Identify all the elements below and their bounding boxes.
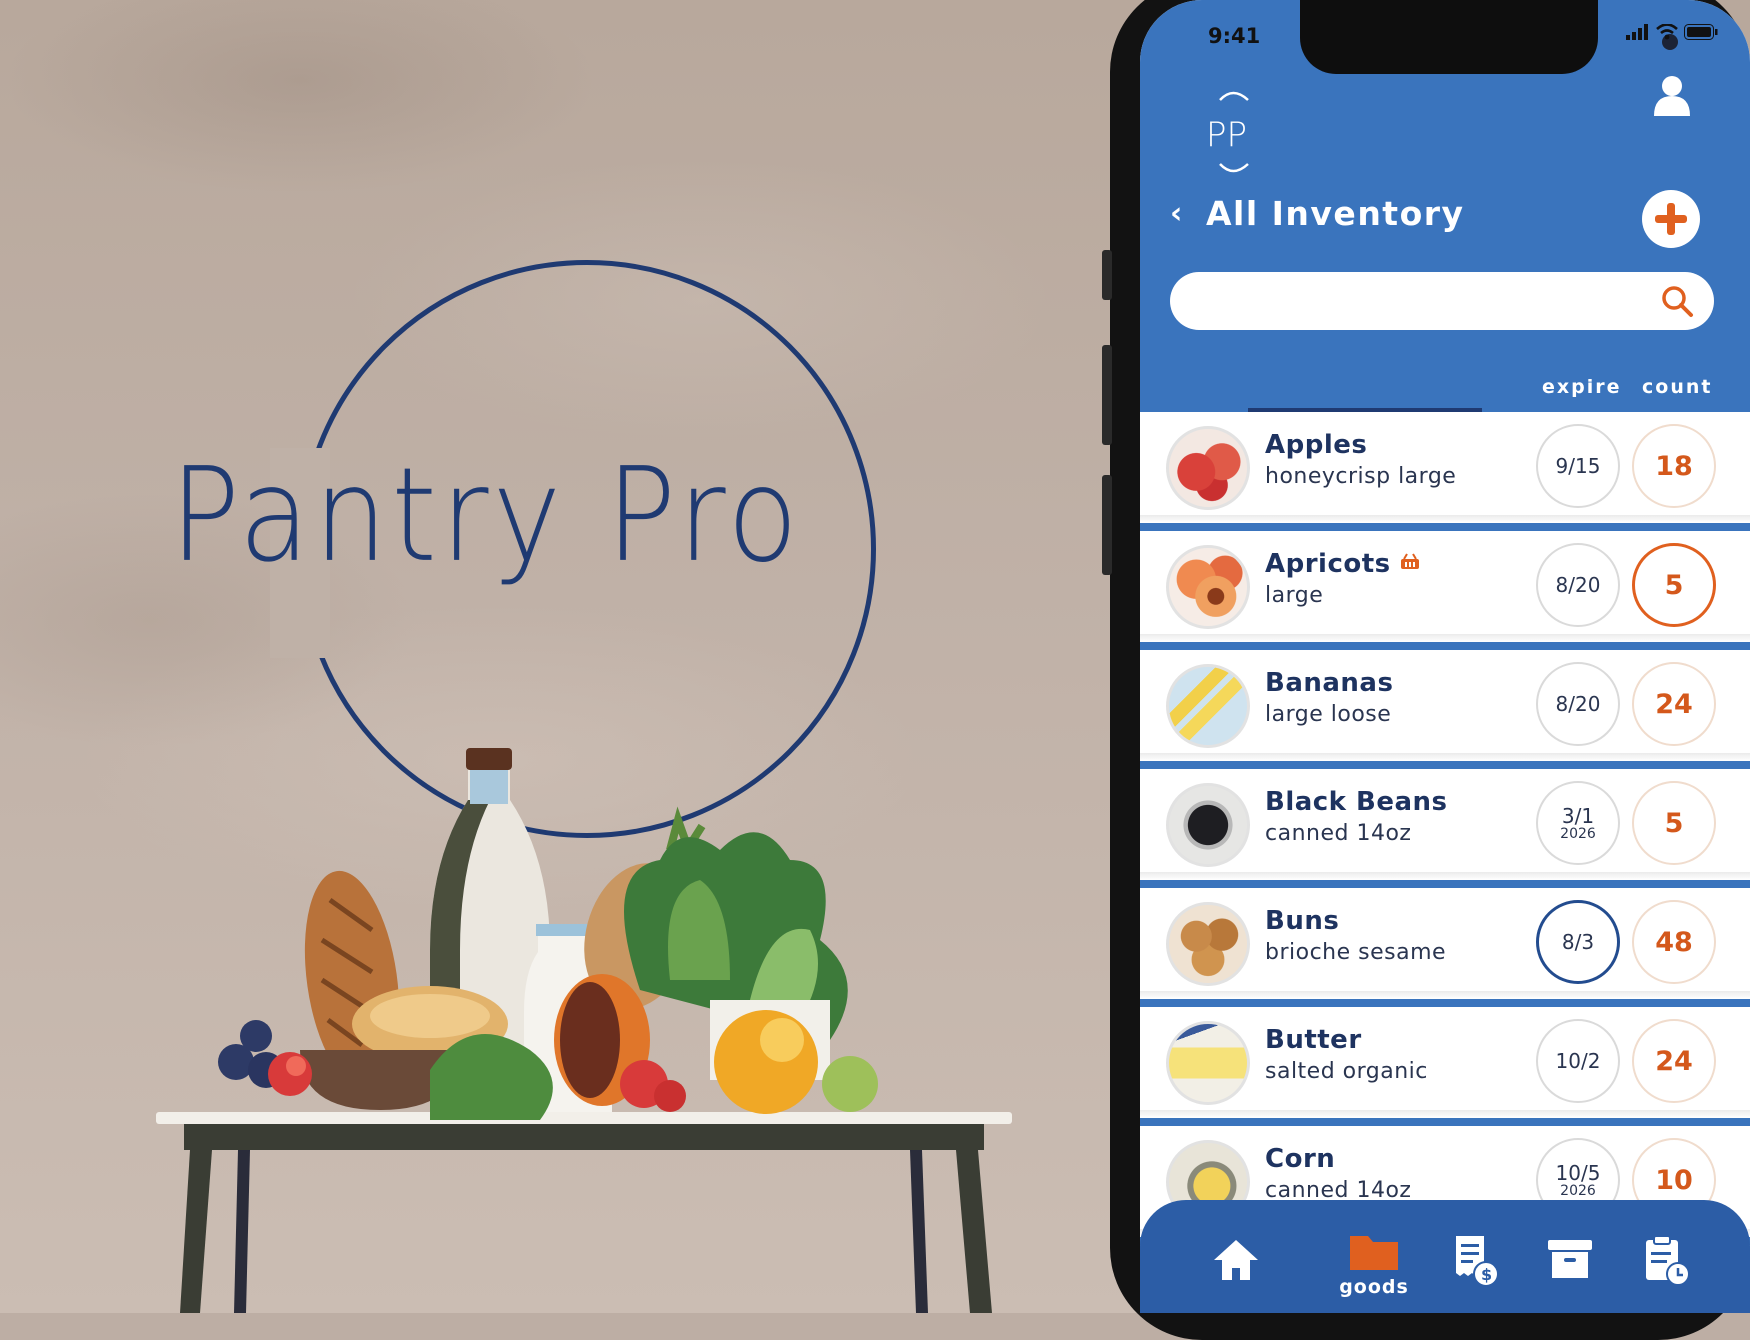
list-item[interactable]: Bananas large loose 8/20 24 [1140, 650, 1750, 769]
search-input[interactable] [1190, 272, 1664, 332]
item-description: brioche sesame [1265, 940, 1447, 965]
profile-icon[interactable] [1648, 72, 1696, 120]
item-count[interactable]: 24 [1632, 662, 1716, 746]
item-description: large loose [1265, 702, 1392, 727]
list-item[interactable]: Buns brioche sesame 8/3 48 [1140, 888, 1750, 1007]
item-thumbnail [1166, 426, 1250, 510]
expire-date-text: 8/20 [1555, 692, 1601, 716]
item-count[interactable]: 5 [1632, 543, 1716, 627]
page-title: All Inventory [1206, 194, 1465, 233]
expire-column-header[interactable]: expire [1542, 376, 1622, 398]
count-column-header[interactable]: count [1642, 376, 1712, 398]
expire-date[interactable]: 8/3 [1536, 900, 1620, 984]
svg-text:PP: PP [1206, 115, 1247, 155]
phone-side-button [1102, 250, 1112, 300]
expire-date[interactable]: 8/20 [1536, 543, 1620, 627]
groceries-table-illustration [156, 748, 1012, 1313]
item-thumbnail [1166, 664, 1250, 748]
expire-date-text: 8/3 [1561, 930, 1595, 954]
back-icon[interactable]: ‹ [1170, 196, 1182, 231]
item-name: Black Beans [1265, 787, 1448, 817]
app-screen: 9:41 PP ‹ All Inventory expire count App… [1140, 0, 1750, 1313]
expire-date[interactable]: 8/20 [1536, 662, 1620, 746]
app-logo-icon: PP [1206, 91, 1249, 173]
item-thumbnail [1166, 545, 1250, 629]
item-thumbnail [1166, 1021, 1250, 1105]
basket-icon [1400, 553, 1419, 569]
item-count[interactable]: 5 [1632, 781, 1716, 865]
inventory-list: Apples honeycrisp large 9/15 18 Apricots… [1140, 412, 1750, 1245]
expire-date[interactable]: 3/1 2026 [1536, 781, 1620, 865]
item-name: Bananas [1265, 668, 1394, 698]
expire-date[interactable]: 10/2 [1536, 1019, 1620, 1103]
add-item-button[interactable] [1642, 190, 1700, 248]
expire-date-text: 9/15 [1555, 454, 1601, 478]
signal-icon [1626, 24, 1648, 40]
clipboard-clock-icon[interactable] [1636, 1230, 1696, 1290]
battery-icon [1684, 24, 1718, 40]
item-description: canned 14oz [1265, 821, 1412, 846]
item-thumbnail [1166, 902, 1250, 986]
expire-date-text: 10/2 [1555, 1049, 1601, 1073]
expire-date-text: 10/5 [1555, 1161, 1601, 1185]
logo-text: Pantry Pro [170, 440, 803, 592]
app-header: 9:41 PP ‹ All Inventory expire count [1140, 0, 1750, 412]
expire-year: 2026 [1560, 1183, 1596, 1199]
expire-date[interactable]: 9/15 [1536, 424, 1620, 508]
plus-icon [1655, 203, 1687, 235]
list-item[interactable]: Apricots large 8/20 5 [1140, 531, 1750, 650]
search-icon[interactable] [1660, 284, 1694, 318]
list-item[interactable]: Apples honeycrisp large 9/15 18 [1140, 412, 1750, 531]
item-name: Apricots [1265, 549, 1421, 579]
wifi-icon [1656, 24, 1678, 40]
home-icon[interactable] [1206, 1230, 1266, 1290]
item-description: large [1265, 583, 1324, 608]
list-item[interactable]: Black Beans canned 14oz 3/1 2026 5 [1140, 769, 1750, 888]
bottom-tab-bar: goods $ [1140, 1200, 1750, 1313]
archive-box-icon[interactable] [1540, 1230, 1600, 1290]
item-name: Apples [1265, 430, 1368, 460]
tab-goods-label[interactable]: goods [1334, 1276, 1414, 1298]
item-thumbnail [1166, 783, 1250, 867]
expire-year: 2026 [1560, 826, 1596, 842]
status-time: 9:41 [1208, 24, 1261, 48]
item-name: Corn [1265, 1144, 1336, 1174]
item-name: Butter [1265, 1025, 1362, 1055]
svg-text:$: $ [1481, 1265, 1492, 1284]
search-bar [1170, 272, 1714, 332]
expire-date-text: 8/20 [1555, 573, 1601, 597]
folder-icon[interactable] [1344, 1222, 1404, 1282]
item-name: Buns [1265, 906, 1340, 936]
phone-volume-up [1102, 345, 1112, 445]
item-count[interactable]: 24 [1632, 1019, 1716, 1103]
item-name-text: Apricots [1265, 549, 1391, 579]
item-description: salted organic [1265, 1059, 1428, 1084]
item-description: honeycrisp large [1265, 464, 1457, 489]
phone-volume-down [1102, 475, 1112, 575]
receipt-dollar-icon[interactable]: $ [1444, 1230, 1504, 1290]
notch [1300, 0, 1678, 74]
list-item[interactable]: Butter salted organic 10/2 24 [1140, 1007, 1750, 1126]
item-count[interactable]: 18 [1632, 424, 1716, 508]
status-icons [1626, 24, 1718, 40]
expire-date-text: 3/1 [1561, 804, 1595, 828]
item-count[interactable]: 48 [1632, 900, 1716, 984]
